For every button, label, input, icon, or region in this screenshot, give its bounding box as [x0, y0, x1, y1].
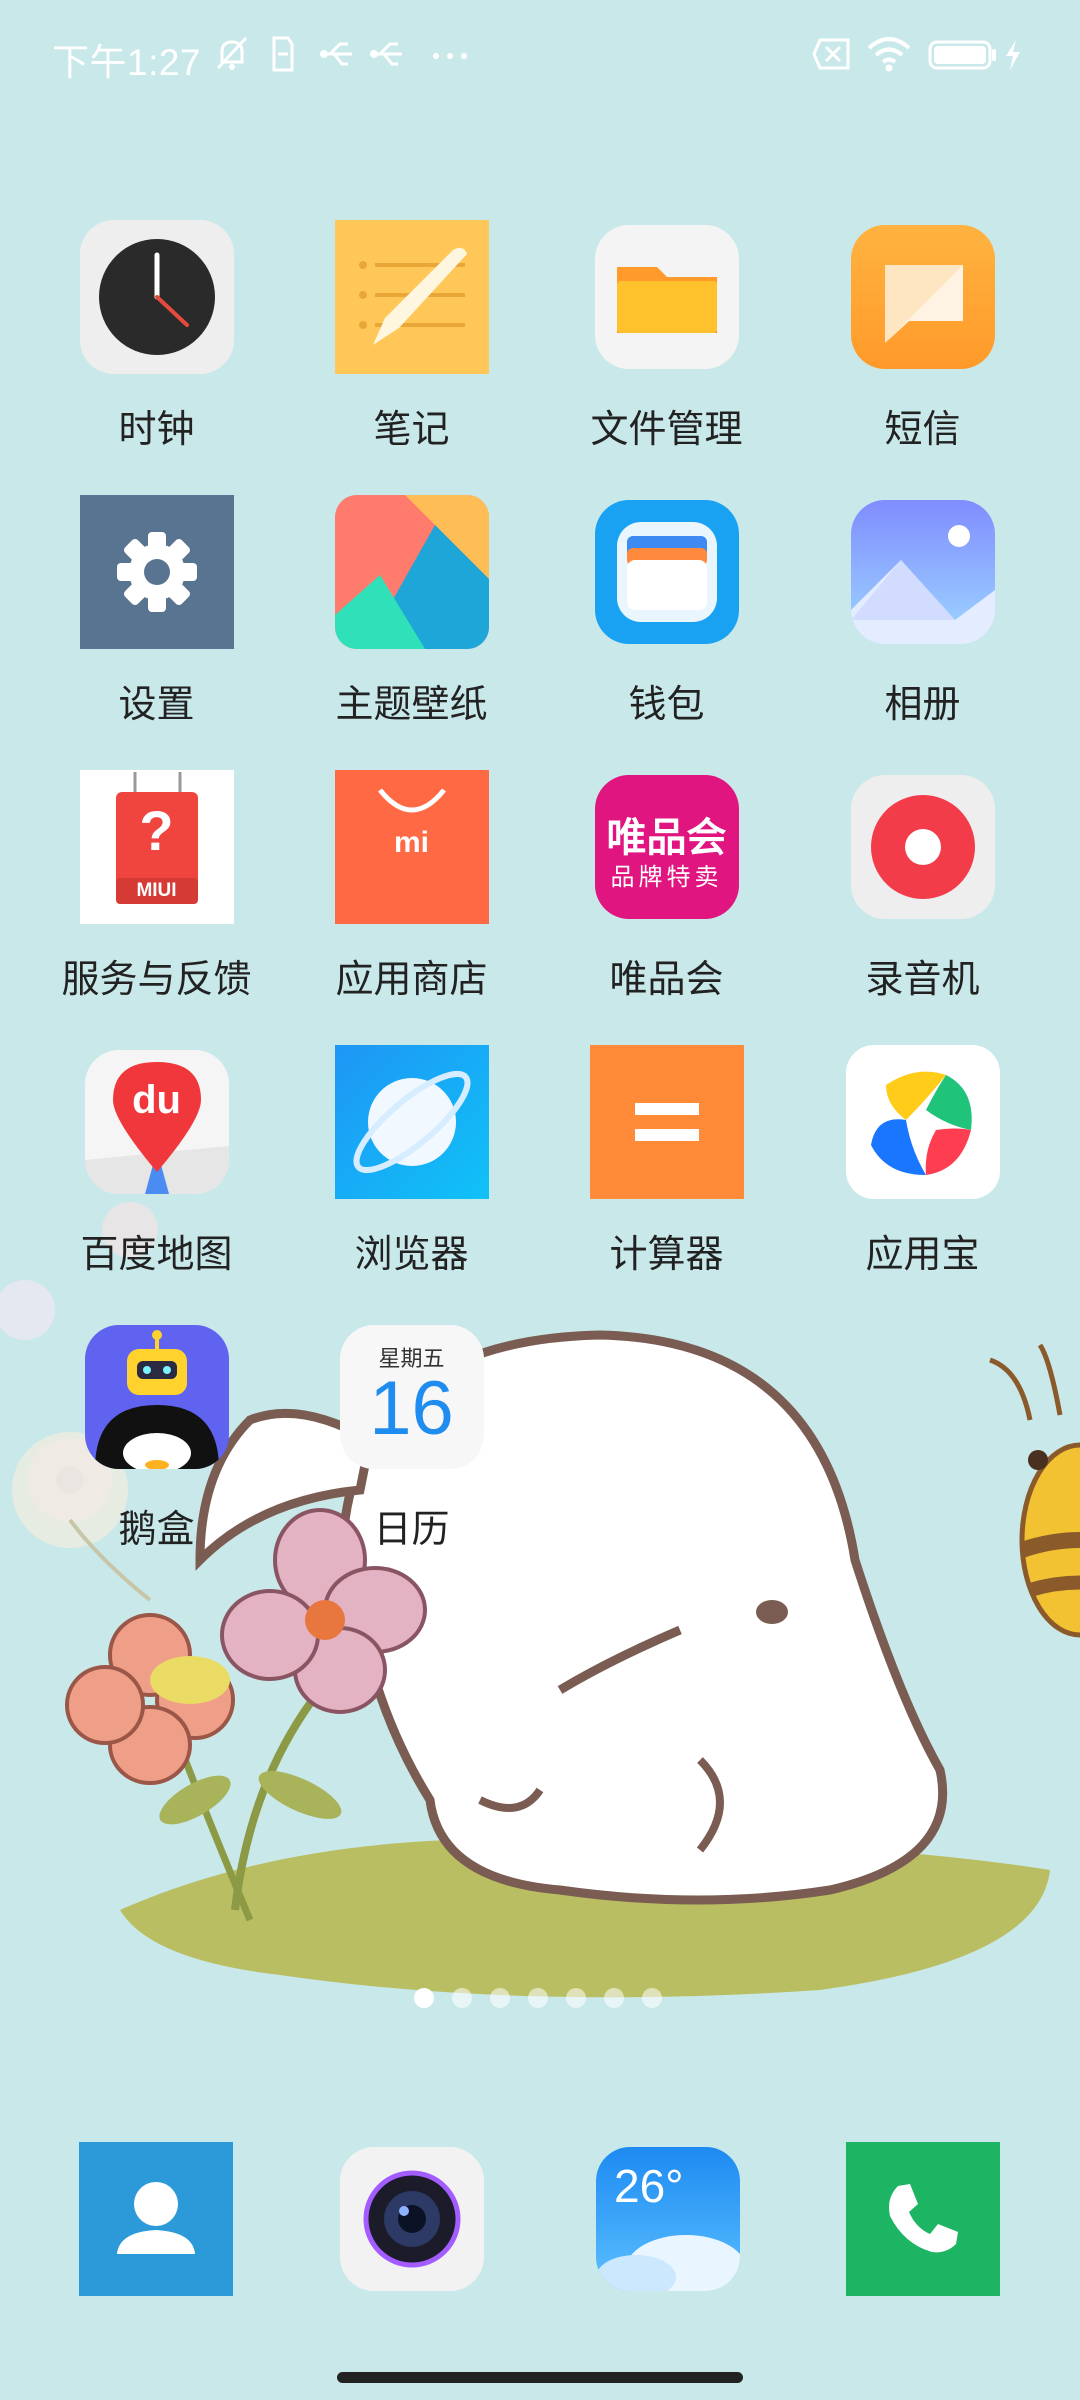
app-label: 主题壁纸 — [335, 682, 488, 726]
baidu-brand: du — [132, 1078, 181, 1122]
vip-icon: 唯品会 品牌特卖 — [594, 775, 739, 919]
message-icon — [850, 225, 995, 369]
vip-line1: 唯品会 — [606, 815, 727, 861]
mute-icon — [212, 34, 252, 74]
page-dot[interactable] — [604, 1988, 624, 2008]
page-dot[interactable] — [528, 1988, 548, 2008]
page-dot[interactable] — [490, 1988, 510, 2008]
feedback-brand: MIUI — [136, 880, 177, 901]
app-label: 笔记 — [373, 407, 450, 451]
app-label: 唯品会 — [609, 957, 724, 1001]
app-themes[interactable]: 主题壁纸 — [284, 495, 539, 735]
app-label: 文件管理 — [590, 407, 743, 451]
app-messages[interactable]: 短信 — [795, 220, 1050, 460]
app-label: 相册 — [884, 682, 961, 726]
app-label: 应用商店 — [335, 957, 488, 1001]
app-file-manager[interactable]: 文件管理 — [539, 220, 794, 460]
app-label: 计算器 — [609, 1232, 724, 1276]
gesture-bar[interactable] — [337, 2372, 743, 2383]
dock-phone[interactable] — [846, 2142, 1000, 2296]
calendar-day: 16 — [369, 1366, 454, 1451]
app-label: 服务与反馈 — [61, 957, 252, 1001]
page-dot[interactable] — [642, 1988, 662, 2008]
vip-line2: 品牌特卖 — [610, 863, 723, 891]
page-dot[interactable] — [566, 1988, 586, 2008]
app-label: 设置 — [118, 682, 195, 726]
app-settings[interactable]: 设置 — [29, 495, 284, 735]
calendar-icon: 星期五 16 — [339, 1325, 484, 1469]
app-label: 百度地图 — [80, 1232, 233, 1276]
app-label: 钱包 — [628, 682, 705, 726]
app-vip[interactable]: 唯品会 品牌特卖 唯品会 — [539, 770, 794, 1010]
app-store[interactable]: mi 应用商店 — [284, 770, 539, 1010]
app-clock[interactable]: 时钟 — [29, 220, 284, 460]
notes-icon — [334, 220, 489, 374]
camera-icon — [340, 2147, 484, 2291]
app-label: 鹅盒 — [118, 1507, 195, 1551]
app-label: 录音机 — [865, 957, 980, 1001]
no-sim-icon — [810, 34, 854, 74]
usb-icon — [318, 34, 356, 74]
feedback-icon: ? MIUI — [79, 770, 234, 924]
page-dot[interactable] — [414, 1988, 434, 2008]
dock-camera[interactable] — [340, 2147, 484, 2291]
baidu-map-icon: du — [84, 1050, 229, 1194]
app-label: 时钟 — [118, 407, 195, 451]
folder-icon — [594, 225, 739, 369]
app-store-icon: mi — [334, 770, 489, 924]
more-icon — [430, 34, 470, 74]
sim-icon — [270, 34, 296, 74]
dock-weather[interactable]: 26° — [596, 2147, 740, 2291]
status-bar: 下午1:27 — [0, 0, 1080, 115]
gear-icon — [79, 495, 234, 649]
app-label: 短信 — [884, 407, 961, 451]
status-time: 下午1:27 — [52, 42, 202, 83]
usb-icon — [368, 34, 406, 74]
feedback-mark: ? — [139, 799, 174, 862]
app-calculator[interactable]: 计算器 — [539, 1045, 794, 1285]
app-notes[interactable]: 笔记 — [284, 220, 539, 460]
app-label: 应用宝 — [865, 1232, 980, 1276]
wallet-icon — [594, 500, 739, 644]
app-calendar[interactable]: 星期五 16 日历 — [284, 1320, 539, 1560]
ehe-icon — [84, 1325, 229, 1469]
phone-icon — [846, 2142, 1000, 2296]
weather-temp: 26° — [614, 2160, 684, 2212]
app-label: 日历 — [373, 1507, 450, 1551]
clock-icon — [79, 220, 234, 374]
app-gallery[interactable]: 相册 — [795, 495, 1050, 735]
app-recorder[interactable]: 录音机 — [795, 770, 1050, 1010]
recorder-icon — [850, 775, 995, 919]
app-service-feedback[interactable]: ? MIUI 服务与反馈 — [29, 770, 284, 1010]
calculator-icon — [589, 1045, 744, 1199]
charging-icon — [1002, 34, 1024, 74]
yingyongbao-icon — [845, 1045, 1000, 1199]
app-yingyongbao[interactable]: 应用宝 — [795, 1045, 1050, 1285]
wifi-icon — [866, 34, 912, 74]
app-label: 浏览器 — [354, 1232, 469, 1276]
app-wallet[interactable]: 钱包 — [539, 495, 794, 735]
page-indicator[interactable] — [0, 1988, 1080, 2008]
dock-contacts[interactable] — [79, 2142, 233, 2296]
app-browser[interactable]: 浏览器 — [284, 1045, 539, 1285]
page-dot[interactable] — [452, 1988, 472, 2008]
app-ehe[interactable]: 鹅盒 — [29, 1320, 284, 1560]
contacts-icon — [79, 2142, 233, 2296]
browser-icon — [334, 1045, 489, 1199]
battery-icon — [928, 34, 998, 74]
themes-icon — [334, 495, 489, 649]
app-baidu-map[interactable]: du 百度地图 — [29, 1045, 284, 1285]
gallery-icon — [850, 500, 995, 644]
store-brand: mi — [393, 826, 429, 859]
